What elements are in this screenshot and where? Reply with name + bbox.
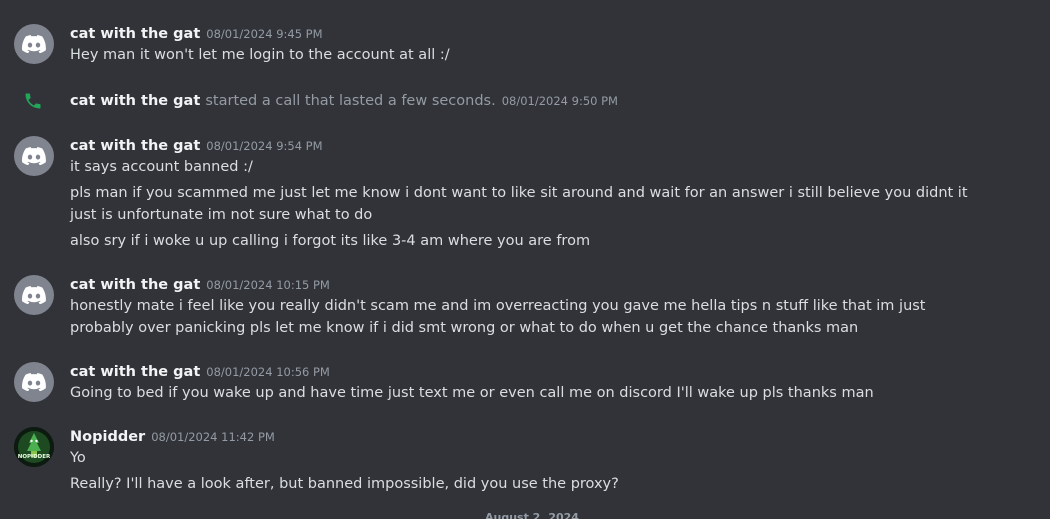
system-message-header: cat with the gat started a call that las… xyxy=(70,89,618,112)
chat-log: cat with the gat 08/01/2024 9:45 PM Hey m… xyxy=(0,0,1050,519)
message-text: Hey man it won't let me login to the acc… xyxy=(70,47,450,63)
message-header: cat with the gat 08/01/2024 10:56 PM xyxy=(70,360,330,383)
username[interactable]: cat with the gat xyxy=(70,364,200,380)
username[interactable]: cat with the gat xyxy=(70,138,200,154)
message-text: pls man if you scammed me just let me kn… xyxy=(70,185,968,223)
avatar[interactable] xyxy=(14,362,54,402)
message-header: Nopidder 08/01/2024 11:42 PM xyxy=(70,425,275,448)
call-description: started a call that lasted a few seconds… xyxy=(205,93,496,109)
message-text: Going to bed if you wake up and have tim… xyxy=(70,385,874,401)
message-text: it says account banned :/ xyxy=(70,159,253,175)
date-divider: August 2, 2024 xyxy=(485,511,579,519)
avatar[interactable] xyxy=(14,24,54,64)
username[interactable]: cat with the gat xyxy=(70,277,200,293)
discord-logo-icon xyxy=(22,286,46,304)
timestamp[interactable]: 08/01/2024 11:42 PM xyxy=(151,430,275,444)
timestamp[interactable]: 08/01/2024 10:56 PM xyxy=(206,365,330,379)
message-text: also sry if i woke u up calling i forgot… xyxy=(70,233,591,249)
message-text: Yo xyxy=(70,450,86,466)
message-header: cat with the gat 08/01/2024 9:54 PM xyxy=(70,134,323,157)
avatar[interactable] xyxy=(14,275,54,315)
discord-logo-icon xyxy=(22,35,46,53)
timestamp[interactable]: 08/01/2024 9:45 PM xyxy=(206,27,322,41)
avatar[interactable]: NOPIDDER xyxy=(14,427,54,467)
message-header: cat with the gat 08/01/2024 10:15 PM xyxy=(70,273,330,296)
timestamp[interactable]: 08/01/2024 9:50 PM xyxy=(502,94,618,108)
username[interactable]: cat with the gat xyxy=(70,93,200,109)
discord-logo-icon xyxy=(22,147,46,165)
message-text: honestly mate i feel like you really did… xyxy=(70,298,926,336)
timestamp[interactable]: 08/01/2024 10:15 PM xyxy=(206,278,330,292)
phone-icon xyxy=(25,93,41,109)
custom-avatar-image: NOPIDDER xyxy=(14,427,54,467)
message-header: cat with the gat 08/01/2024 9:45 PM xyxy=(70,22,323,45)
avatar[interactable] xyxy=(14,136,54,176)
avatar-wordmark: NOPIDDER xyxy=(18,454,51,460)
timestamp[interactable]: 08/01/2024 9:54 PM xyxy=(206,139,322,153)
discord-logo-icon xyxy=(22,373,46,391)
username[interactable]: cat with the gat xyxy=(70,26,200,42)
message-text: Really? I'll have a look after, but bann… xyxy=(70,476,619,492)
username[interactable]: Nopidder xyxy=(70,429,145,445)
